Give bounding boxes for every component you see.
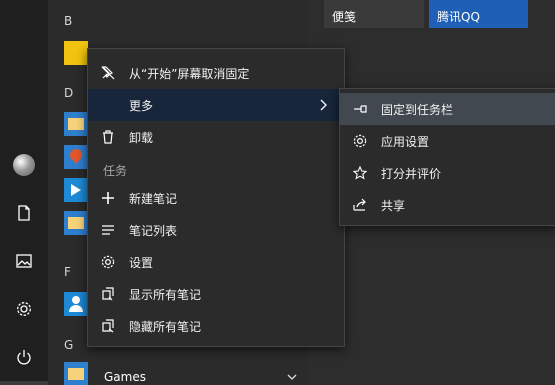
hide-notes-icon xyxy=(102,319,114,333)
menu-item-label: 设置 xyxy=(129,255,154,270)
gear-icon xyxy=(101,255,115,269)
letter-header-f[interactable]: F xyxy=(64,265,71,279)
start-left-rail xyxy=(0,0,48,385)
pictures-button[interactable] xyxy=(0,237,48,285)
chevron-down-icon[interactable] xyxy=(286,372,298,382)
menu-item-label: 卸载 xyxy=(129,130,154,145)
more-submenu: 固定到任务栏 应用设置 打分并评价 共享 xyxy=(339,88,555,226)
user-account-button[interactable] xyxy=(0,141,48,189)
letter-header-d[interactable]: D xyxy=(64,86,73,100)
menu-item-label: 打分并评价 xyxy=(381,166,442,181)
menu-item-label: 从“开始”屏幕取消固定 xyxy=(129,66,250,81)
sticky-notes-tile[interactable]: 便笺 xyxy=(324,0,424,28)
settings-button[interactable] xyxy=(0,285,48,333)
qq-tile[interactable]: 腾讯QQ xyxy=(429,0,528,28)
menu-item-label: 笔记列表 xyxy=(129,223,178,238)
yellow-folder-icon[interactable] xyxy=(64,41,88,65)
power-icon xyxy=(17,350,31,365)
menu-item-label: 新建笔记 xyxy=(129,191,178,206)
tile-label: 便笺 xyxy=(332,10,357,24)
avatar xyxy=(13,154,35,176)
pin-to-taskbar-item[interactable]: 固定到任务栏 xyxy=(340,93,555,125)
rail-bottom-strip xyxy=(0,381,48,385)
new-note-item[interactable]: 新建笔记 xyxy=(88,182,344,214)
hide-all-notes-item[interactable]: 隐藏所有笔记 xyxy=(88,310,344,342)
star-icon xyxy=(352,165,368,180)
uninstall-item[interactable]: 卸载 xyxy=(88,121,344,153)
unpin-from-start-item[interactable]: 从“开始”屏幕取消固定 xyxy=(88,57,344,89)
letter-header-g[interactable]: G xyxy=(64,338,73,352)
maps-app-icon[interactable] xyxy=(64,145,88,169)
games-folder-icon[interactable] xyxy=(64,362,88,385)
media-app-icon[interactable] xyxy=(64,178,88,202)
menu-item-label: 隐藏所有笔记 xyxy=(129,319,202,334)
unpin-icon xyxy=(101,66,115,80)
pin-icon xyxy=(354,105,367,113)
gear-icon xyxy=(17,302,31,316)
more-item[interactable]: 更多 xyxy=(88,89,344,121)
menu-item-label: 显示所有笔记 xyxy=(129,287,202,302)
show-notes-icon xyxy=(102,287,114,301)
list-icon xyxy=(102,225,114,235)
share-icon xyxy=(353,198,366,211)
share-item[interactable]: 共享 xyxy=(340,189,555,221)
menu-item-label: 固定到任务栏 xyxy=(381,102,454,117)
folder-app-icon-2[interactable] xyxy=(64,211,88,235)
power-button[interactable] xyxy=(0,333,48,381)
app-settings-item[interactable]: 应用设置 xyxy=(340,125,555,157)
gear-icon xyxy=(353,134,367,148)
document-icon xyxy=(18,205,30,221)
documents-button[interactable] xyxy=(0,189,48,237)
trash-icon xyxy=(103,130,113,144)
games-label[interactable]: Games xyxy=(104,370,146,384)
people-app-icon[interactable] xyxy=(64,292,88,316)
show-all-notes-item[interactable]: 显示所有笔记 xyxy=(88,278,344,310)
folder-app-icon[interactable] xyxy=(64,112,88,136)
chevron-right-icon xyxy=(320,99,327,111)
tile-label: 腾讯QQ xyxy=(437,10,480,24)
settings-item[interactable]: 设置 xyxy=(88,246,344,278)
rate-and-review-item[interactable]: 打分并评价 xyxy=(340,157,555,189)
plus-icon xyxy=(102,192,114,204)
letter-header-b[interactable]: B xyxy=(64,14,72,28)
notes-list-item[interactable]: 笔记列表 xyxy=(88,214,344,246)
menu-item-label: 共享 xyxy=(381,198,406,213)
menu-item-label: 应用设置 xyxy=(381,134,430,149)
picture-icon xyxy=(16,254,32,268)
app-context-menu: 从“开始”屏幕取消固定 更多 卸载 任务 新建笔记 笔记列表 设置 显示所有笔记… xyxy=(87,48,345,347)
tasks-section-label: 任务 xyxy=(103,164,128,178)
menu-item-label: 更多 xyxy=(129,98,154,113)
